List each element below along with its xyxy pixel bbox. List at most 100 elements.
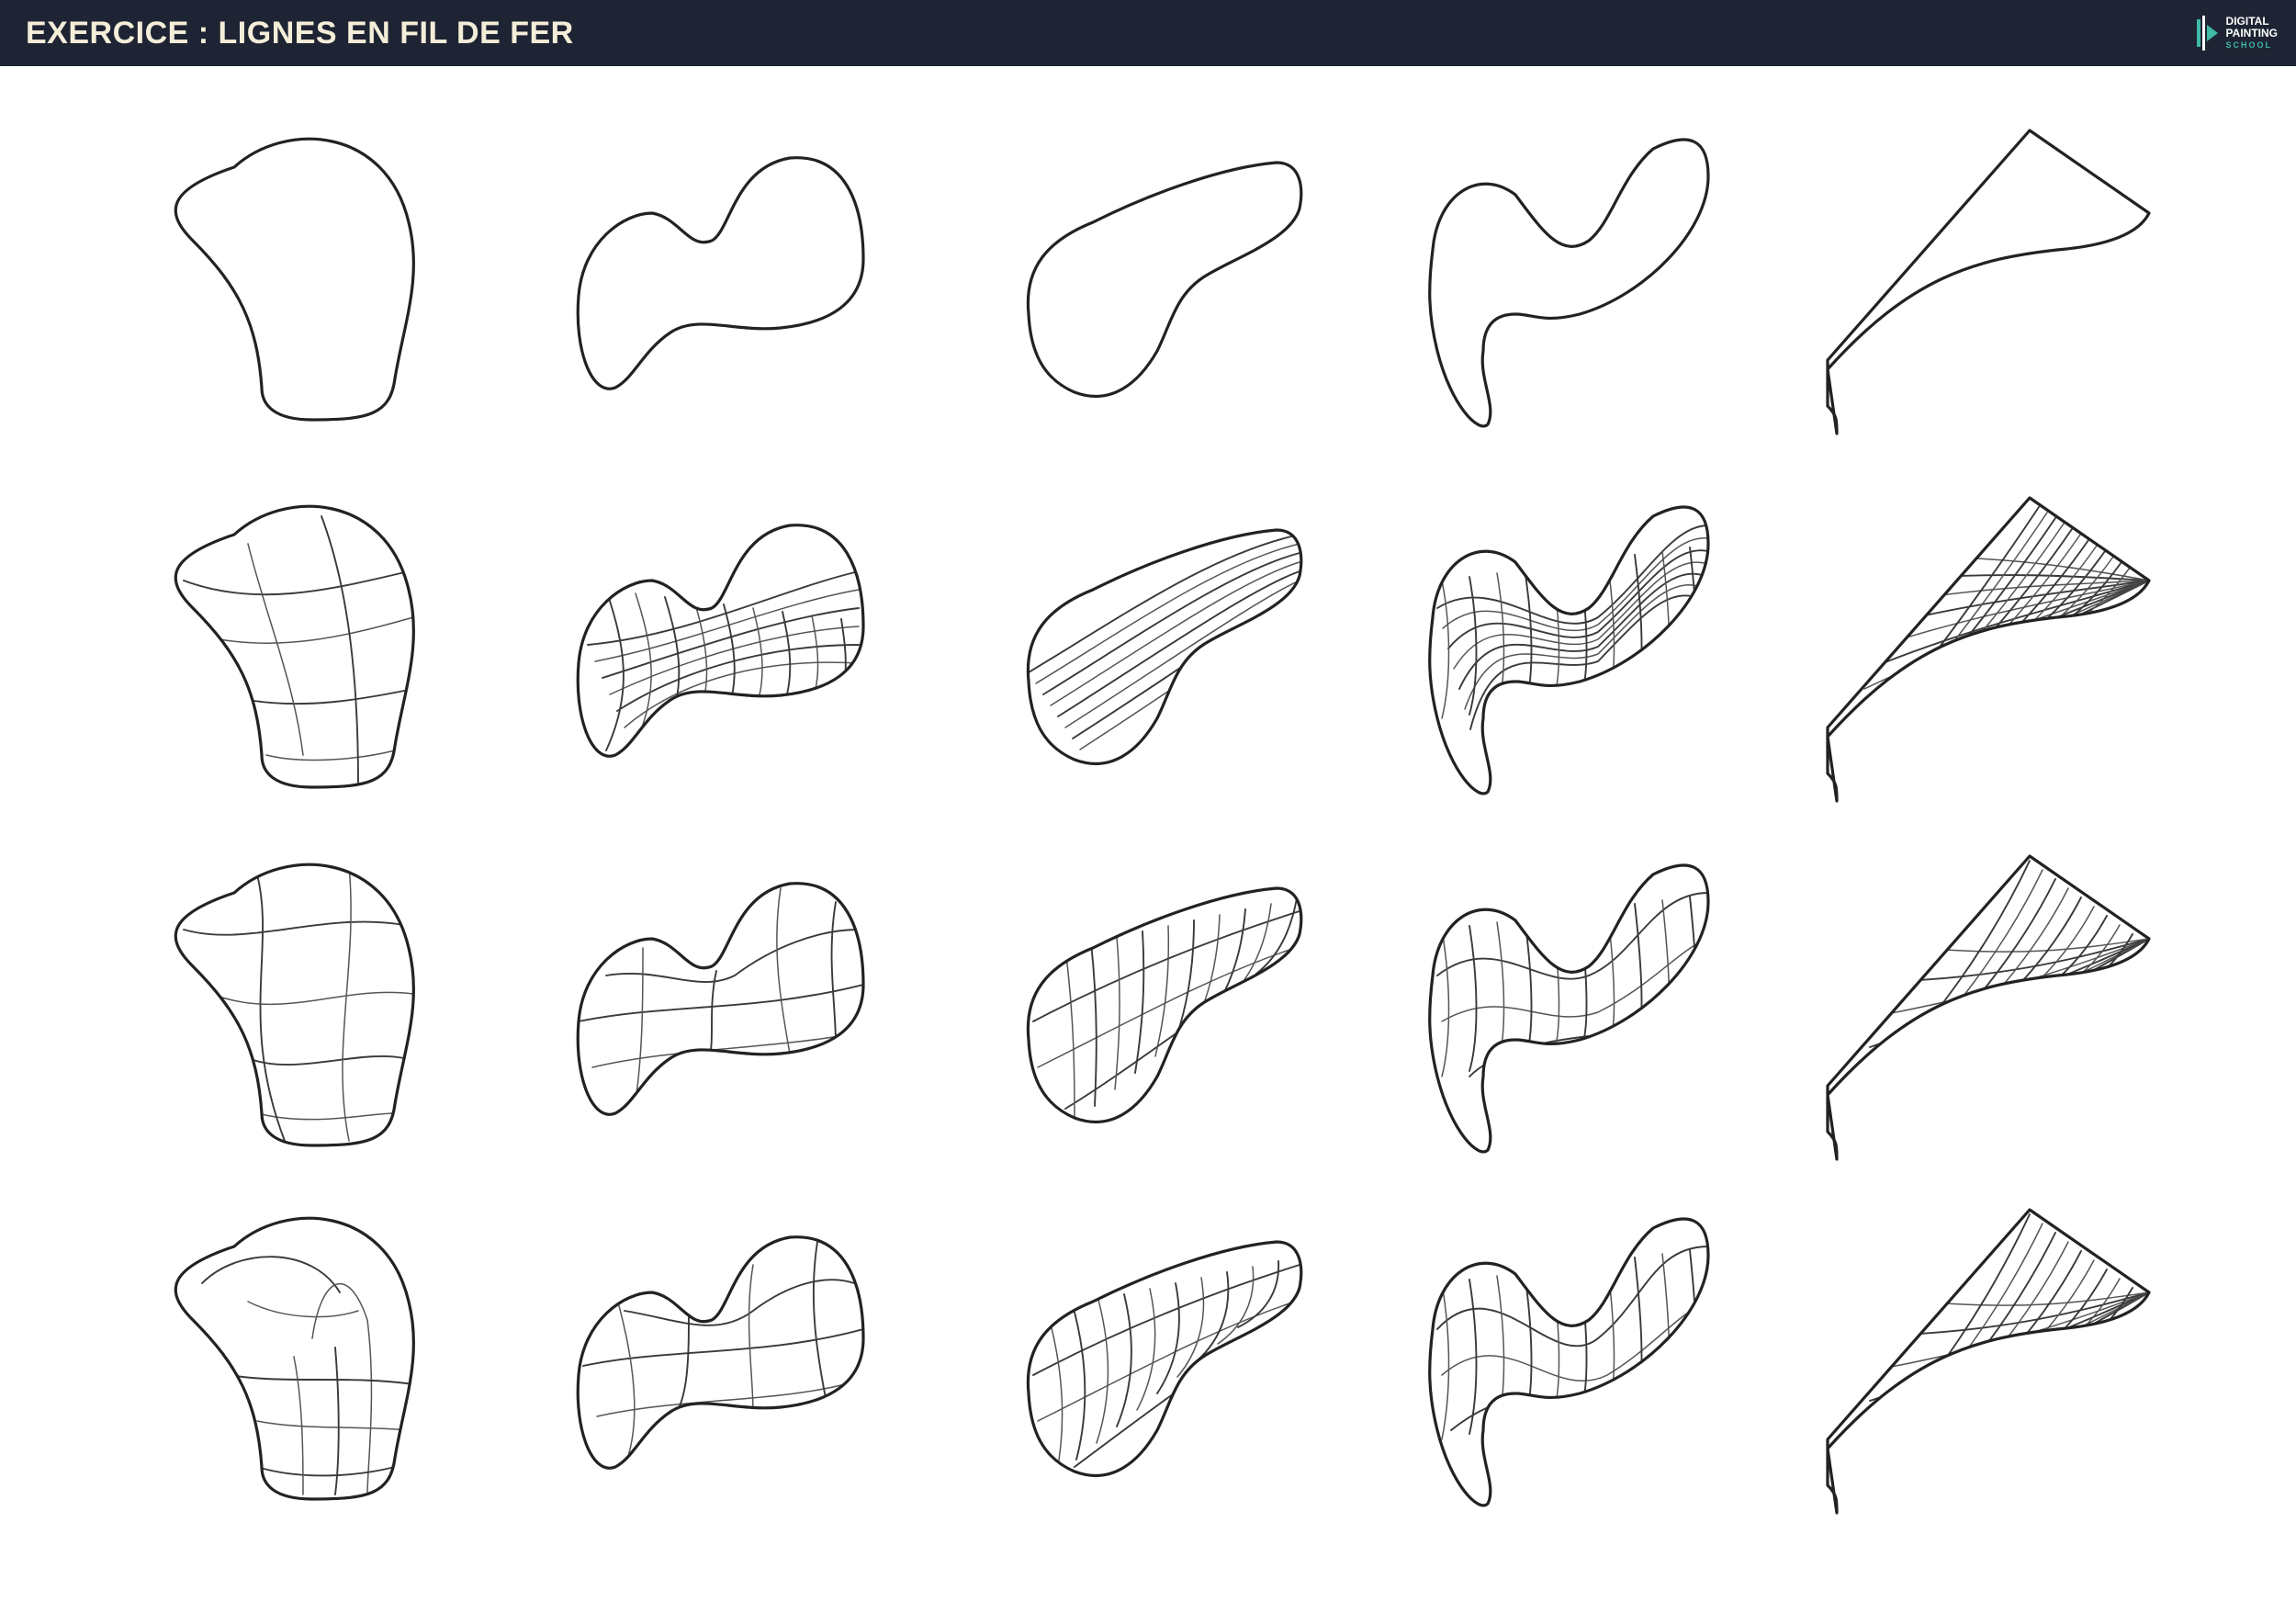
blob-shape-figure bbox=[174, 504, 415, 789]
contour-line bbox=[602, 607, 860, 679]
wedge-shape-figure bbox=[1826, 496, 2151, 803]
contour-line bbox=[247, 543, 304, 756]
drawing-peanut-shape-wireframe-c bbox=[551, 1191, 937, 1531]
contour-line bbox=[1441, 1282, 1450, 1440]
contour-line bbox=[1909, 574, 2149, 581]
contour-line bbox=[1064, 580, 1300, 728]
title-bar: EXERCICE : LIGNES EN FIL DE FER DIGITAL … bbox=[0, 0, 2296, 66]
s-shape-figure bbox=[1428, 505, 1710, 795]
contour-line bbox=[1551, 914, 1560, 1055]
contour-line bbox=[1176, 1277, 1205, 1378]
wireframe-lines bbox=[1032, 897, 1300, 1122]
drawing-blob-shape-outline-only bbox=[147, 112, 533, 452]
logo-word-school: SCHOOL bbox=[2225, 39, 2273, 50]
peanut-shape-outline bbox=[576, 1235, 865, 1470]
s-shape-figure bbox=[1428, 138, 1710, 428]
drawing-s-shape-wireframe-b bbox=[1414, 838, 1800, 1178]
contour-line bbox=[183, 920, 405, 936]
contour-line bbox=[1634, 903, 1643, 1039]
contour-line bbox=[1064, 947, 1075, 1122]
exercise-sheet bbox=[0, 66, 2296, 1624]
drawing-bean-shape-wireframe-b bbox=[1010, 838, 1396, 1178]
contour-line bbox=[1579, 910, 1588, 1050]
contour-line bbox=[830, 901, 837, 1045]
contour-line bbox=[1469, 594, 1708, 730]
contour-line bbox=[1836, 938, 2149, 1114]
contour-line bbox=[1836, 1291, 2149, 1468]
contour-line bbox=[201, 616, 414, 645]
contour-line bbox=[605, 589, 625, 751]
bean-shape-figure bbox=[1026, 161, 1303, 398]
wedge-shape-outline bbox=[1826, 1208, 2151, 1515]
drawing-blob-shape-wireframe-c bbox=[147, 1191, 533, 1531]
peanut-shape-outline bbox=[576, 882, 865, 1116]
contour-line bbox=[1156, 1282, 1180, 1394]
contour-line bbox=[247, 1054, 405, 1066]
page-title: EXERCICE : LIGNES EN FIL DE FER bbox=[26, 15, 574, 51]
wireframe-lines bbox=[587, 570, 860, 751]
contour-line bbox=[812, 1241, 827, 1404]
contour-line bbox=[1496, 1275, 1505, 1429]
contour-line bbox=[1836, 506, 2040, 774]
s-shape-outline bbox=[1428, 138, 1710, 428]
drawing-peanut-shape-wireframe-a bbox=[551, 479, 937, 819]
contour-line bbox=[633, 592, 652, 748]
wireframe-lines bbox=[183, 864, 414, 1142]
drawing-blob-shape-wireframe-b bbox=[147, 838, 533, 1178]
contour-line bbox=[1496, 572, 1505, 712]
wedge-shape-figure bbox=[1826, 129, 2151, 435]
brand-logo: DIGITAL PAINTING SCHOOL bbox=[2195, 14, 2278, 52]
bean-shape-figure bbox=[1026, 886, 1303, 1123]
contour-line bbox=[1046, 1310, 1064, 1476]
contour-line bbox=[587, 570, 860, 646]
contour-line bbox=[1136, 1288, 1156, 1411]
wedge-shape-outline bbox=[1826, 129, 2151, 435]
contour-line bbox=[1928, 1241, 2069, 1427]
contour-line bbox=[1873, 517, 2056, 749]
contour-line bbox=[256, 1420, 410, 1431]
wireframe-lines bbox=[201, 1256, 414, 1495]
contour-line bbox=[256, 1112, 396, 1121]
contour-line bbox=[183, 570, 410, 596]
wireframe-lines bbox=[183, 515, 414, 784]
contour-line bbox=[1134, 930, 1145, 1074]
contour-line bbox=[334, 1347, 340, 1495]
contour-line bbox=[247, 1301, 359, 1318]
s-shape-figure bbox=[1428, 863, 1710, 1154]
wedge-shape-outline bbox=[1826, 854, 2151, 1161]
contour-line bbox=[1090, 942, 1097, 1107]
contour-line bbox=[342, 864, 352, 1142]
contour-line bbox=[1050, 561, 1300, 706]
logo-word-painting: PAINTING bbox=[2225, 26, 2278, 39]
contour-line bbox=[1661, 1253, 1671, 1396]
drawing-wedge-shape-outline-only bbox=[1800, 112, 2186, 452]
wireframe-lines bbox=[1032, 1260, 1300, 1476]
s-shape-figure bbox=[1428, 1217, 1710, 1507]
drawing-bean-shape-wireframe-c bbox=[1010, 1191, 1396, 1531]
drawing-peanut-shape-wireframe-b bbox=[551, 838, 937, 1178]
contour-line bbox=[229, 1374, 414, 1385]
blob-shape-outline bbox=[174, 504, 415, 789]
contour-line bbox=[1441, 580, 1450, 719]
drawing-bean-shape-wireframe-a bbox=[1010, 479, 1396, 819]
drawing-bean-shape-outline-only bbox=[1010, 112, 1396, 452]
contour-line bbox=[826, 618, 847, 722]
contour-line bbox=[1689, 547, 1698, 686]
blob-shape-outline bbox=[174, 137, 415, 422]
blob-shape-figure bbox=[174, 863, 415, 1147]
contour-line bbox=[1458, 572, 1708, 690]
wireframe-lines bbox=[578, 887, 863, 1114]
contour-line bbox=[1689, 896, 1698, 1030]
contour-line bbox=[1689, 1249, 1698, 1391]
contour-line bbox=[660, 596, 681, 744]
contour-line bbox=[256, 1466, 396, 1477]
contour-line bbox=[776, 887, 791, 1054]
drawing-wedge-shape-wireframe-a bbox=[1800, 479, 2186, 819]
contour-line bbox=[265, 750, 396, 761]
contour-line bbox=[771, 611, 792, 729]
drawing-s-shape-outline-only bbox=[1414, 112, 1800, 452]
contour-line bbox=[1845, 860, 2031, 1114]
contour-line bbox=[706, 970, 717, 1059]
contour-line bbox=[1955, 1250, 2082, 1411]
contour-line bbox=[616, 644, 860, 712]
